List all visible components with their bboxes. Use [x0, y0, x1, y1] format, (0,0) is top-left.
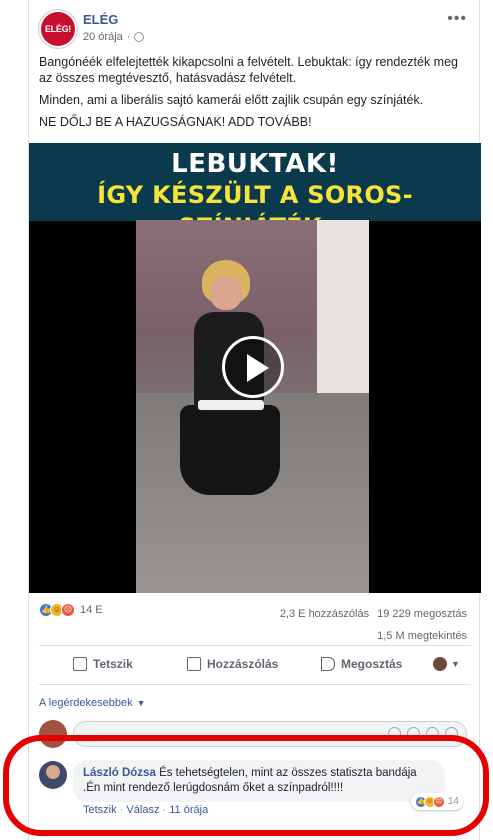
share-button[interactable]: Megosztás	[321, 657, 402, 671]
post-text: Bangónéék elfelejtették kikapcsolni a fe…	[39, 54, 474, 136]
comment-label: Hozzászólás	[207, 657, 279, 671]
like-label: Tetszik	[93, 657, 133, 671]
banner-headline: LEBUKTAK!	[171, 149, 339, 179]
person-face	[210, 276, 242, 310]
view-count: 1,5 M megtekintés	[377, 630, 467, 642]
meta-separator: ·	[126, 31, 131, 43]
user-avatar	[433, 657, 447, 671]
share-arrow-icon	[321, 657, 335, 671]
video-thumbnail	[136, 220, 369, 593]
comment-count[interactable]: 2,3 E hozzászólás	[280, 608, 369, 620]
divider	[39, 684, 471, 685]
engagement-stats: 2,3 E hozzászólás 19 229 megosztás 1,5 M …	[280, 603, 467, 647]
post-paragraph: NE DŐLJ BE A HAZUGSÁGNAK! ADD TOVÁBB!	[39, 115, 312, 129]
comment-icon	[187, 657, 201, 671]
video-player[interactable]: LEBUKTAK! ÍGY KÉSZÜLT A SOROS-SZÍNJÁTÉK:	[29, 143, 481, 593]
post-meta: 20 órája ·	[83, 31, 145, 43]
comment-filter[interactable]: A legérdekesebbek ▼	[39, 697, 146, 709]
page-avatar[interactable]: ELÉG!	[39, 10, 77, 48]
caret-down-icon: ▼	[136, 698, 146, 708]
react-as-selector[interactable]: ▼	[433, 657, 460, 671]
person-belt	[198, 400, 264, 410]
highlight-oval	[3, 735, 489, 836]
post-time[interactable]: 20 órája	[83, 31, 123, 43]
reaction-summary[interactable]: 👍 ☺ ☹ 14 E	[39, 603, 103, 617]
share-count[interactable]: 19 229 megosztás	[377, 608, 467, 620]
divider	[39, 645, 471, 646]
page-name[interactable]: ELÉG	[83, 12, 118, 27]
post-paragraph: Bangónéék elfelejtették kikapcsolni a fe…	[39, 55, 459, 85]
comment-filter-label: A legérdekesebbek	[39, 697, 133, 709]
wall-panel	[317, 220, 369, 395]
angry-reaction-icon: ☹	[61, 603, 75, 617]
globe-icon	[134, 32, 145, 42]
share-label: Megosztás	[341, 657, 403, 671]
action-bar: Tetszik Hozzászólás Megosztás ▼	[29, 651, 481, 681]
post-paragraph: Minden, ami a liberális sajtó kamerái el…	[39, 93, 424, 107]
play-icon[interactable]	[222, 336, 284, 398]
video-banner: LEBUKTAK! ÍGY KÉSZÜLT A SOROS-SZÍNJÁTÉK:	[29, 143, 481, 241]
reaction-count: 14 E	[80, 604, 103, 616]
post-card: ELÉG! ELÉG 20 órája · ••• Bangónéék elfe…	[28, 0, 481, 840]
thumbs-up-icon	[73, 657, 87, 671]
person-skirt	[180, 405, 280, 495]
page-avatar-logo: ELÉG!	[44, 24, 71, 34]
comment-button[interactable]: Hozzászólás	[187, 657, 278, 671]
more-horizontal-icon[interactable]: •••	[447, 10, 467, 28]
like-button[interactable]: Tetszik	[73, 657, 133, 671]
caret-down-icon: ▼	[451, 659, 460, 669]
